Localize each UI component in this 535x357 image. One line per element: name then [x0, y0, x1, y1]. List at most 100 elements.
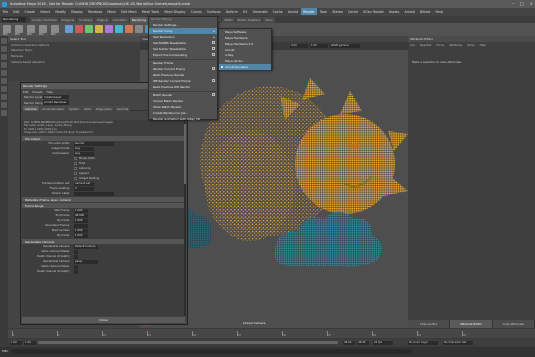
menu-render[interactable]: Render	[300, 8, 318, 15]
settings-row-value[interactable]	[74, 269, 78, 274]
menu-xgen-toolset[interactable]: XGen Toolset	[360, 8, 386, 15]
menu-edit-mesh[interactable]: Edit Mesh	[118, 8, 139, 15]
menu-arnold[interactable]: Arnold	[402, 8, 418, 15]
menu-cache[interactable]: Cache	[270, 8, 285, 15]
menu-toon[interactable]: Toon	[317, 8, 330, 15]
menu-edit[interactable]: Edit	[11, 8, 22, 15]
render-settings-tab[interactable]: Arnold Renderer	[40, 106, 66, 111]
menu-deform[interactable]: Deform	[223, 8, 240, 15]
settings-row-value[interactable]: 1.000	[74, 233, 88, 238]
start-field[interactable]: 1.00	[24, 340, 36, 345]
scrollbar-thumb[interactable]	[184, 124, 186, 184]
menu-mesh[interactable]: Mesh	[105, 8, 119, 15]
render-using-dropdown[interactable]: Arnold Renderer	[43, 100, 69, 105]
checkbox[interactable]	[74, 156, 77, 160]
render-settings-tab[interactable]: System	[66, 106, 81, 111]
shelf-tool-icon[interactable]	[135, 24, 143, 33]
command-input[interactable]	[12, 349, 412, 354]
settings-row-value[interactable]: png	[74, 146, 94, 151]
settings-row-value[interactable]: Sunmb	[74, 141, 114, 146]
panel-tab[interactable]: Attribute Editor	[450, 320, 493, 328]
tool-icon[interactable]	[1, 62, 7, 68]
tool-icon[interactable]	[1, 94, 7, 100]
tool-icon[interactable]	[1, 54, 7, 60]
shelf-pick-icon[interactable]	[51, 24, 59, 33]
settings-row-value[interactable]: 1.000	[74, 218, 88, 223]
attribute-menu-item[interactable]: Attributes	[449, 43, 462, 47]
render-settings-tab[interactable]: Override	[114, 106, 131, 111]
settings-row-value[interactable]: Default Camera	[74, 244, 98, 249]
settings-row-value[interactable]: 4	[74, 186, 94, 191]
menu-windows[interactable]: Windows	[85, 8, 104, 15]
minimize-icon[interactable]: –	[512, 1, 514, 6]
shelf-tool-icon[interactable]	[115, 24, 123, 33]
option-box-icon[interactable]	[212, 67, 215, 70]
settings-row-value[interactable]	[74, 249, 78, 254]
menu-arnold[interactable]: Arnold	[285, 8, 301, 15]
tool-icon[interactable]	[1, 38, 7, 44]
render-menu-item[interactable]: Render animation with V-Ray 3D	[149, 116, 217, 122]
render-settings-tab[interactable]: AOVs	[81, 106, 94, 111]
panel-tab[interactable]: Channel Box	[408, 320, 451, 328]
menu-surfaces[interactable]: Surfaces	[204, 8, 223, 15]
menu-curves[interactable]: Curves	[188, 8, 204, 15]
end-field[interactable]: 48.00	[343, 340, 355, 345]
attribute-menu-item[interactable]: List	[410, 43, 415, 47]
shelf-tool-icon[interactable]	[75, 24, 83, 33]
settings-row-value[interactable]: 48.000	[74, 213, 88, 218]
renderer-option[interactable]: Arnold Renderer	[219, 63, 271, 70]
shelf-tool-icon[interactable]	[65, 24, 73, 33]
settings-row-value[interactable]	[74, 264, 78, 269]
settings-row-value[interactable]: png	[74, 151, 94, 156]
settings-row-value[interactable]: name.#.ext	[74, 181, 94, 186]
settings-row-value[interactable]	[74, 223, 88, 228]
render-menu-item[interactable]: Export Pre-Compositing	[149, 52, 217, 58]
attribute-menu-item[interactable]: Focus	[436, 43, 444, 47]
anim-layer-dropdown[interactable]: No Anim Layer	[408, 340, 438, 345]
shelf-pick-icon[interactable]	[3, 24, 11, 33]
range-end-field[interactable]: 48.00	[357, 340, 369, 345]
render-layer-dropdown[interactable]: masterLayer	[43, 94, 69, 99]
close-button[interactable]: Close	[22, 317, 185, 323]
settings-row-value[interactable]	[74, 191, 114, 196]
menu-mesh-display[interactable]: Mesh Display	[162, 8, 188, 15]
menu-display[interactable]: Display	[68, 8, 85, 15]
shelf-pick-icon[interactable]	[27, 24, 35, 33]
option-box-icon[interactable]	[212, 47, 215, 50]
menu-create[interactable]: Create	[22, 8, 38, 15]
tool-icon[interactable]	[1, 86, 7, 92]
shelf-tool-icon[interactable]	[85, 24, 93, 33]
option-box-icon[interactable]	[212, 53, 215, 56]
menu-assets[interactable]: Assets	[386, 8, 402, 15]
render-menu-item[interactable]: Redo Previous IPR Render	[149, 84, 217, 90]
panel-tab[interactable]: Load Attributes	[492, 320, 535, 328]
menu-uv[interactable]: UV	[240, 8, 250, 15]
menuset-dropdown[interactable]: Rendering	[2, 17, 26, 22]
menu-select[interactable]: Select	[38, 8, 53, 15]
attribute-menu-item[interactable]: Help	[480, 43, 486, 47]
settings-row-value[interactable]: 1.000	[74, 228, 88, 233]
render-settings-tab[interactable]: Diagnostics	[94, 106, 114, 111]
render-settings-tab[interactable]: Common	[23, 106, 40, 111]
menu-generate[interactable]: Generate	[250, 8, 270, 15]
shelf-tool-icon[interactable]	[125, 24, 133, 33]
shelf-tool-icon[interactable]	[105, 24, 113, 33]
shelf-tool-icon[interactable]	[95, 24, 103, 33]
menu-bifrost[interactable]: Bifrost	[417, 8, 432, 15]
tool-icon[interactable]	[1, 78, 7, 84]
option-box-icon[interactable]	[212, 79, 215, 82]
menu-modify[interactable]: Modify	[53, 8, 69, 15]
checkbox[interactable]	[74, 166, 77, 170]
menu-mesh-tools[interactable]: Mesh Tools	[139, 8, 161, 15]
render-settings-scrollbar[interactable]	[184, 120, 186, 316]
section-metadata[interactable]: Metadata (Frame, layer, camera)	[22, 197, 185, 203]
option-box-icon[interactable]	[212, 93, 215, 96]
tool-icon[interactable]	[1, 46, 7, 52]
settings-row-value[interactable]: persp	[74, 259, 98, 264]
tool-icon[interactable]	[1, 102, 7, 108]
maximize-icon[interactable]: □	[520, 1, 524, 6]
attribute-menu-item[interactable]: Selected	[420, 43, 432, 47]
checkbox[interactable]	[74, 161, 77, 165]
range-slider-bar[interactable]	[38, 341, 338, 344]
menu-help[interactable]: Help	[433, 8, 445, 15]
